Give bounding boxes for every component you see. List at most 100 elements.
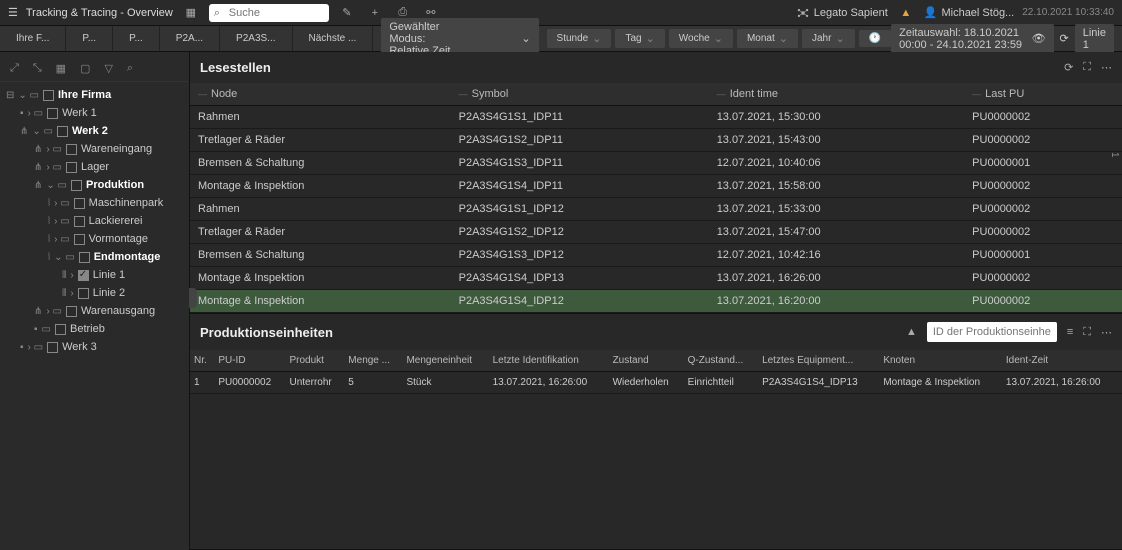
tree-node[interactable]: ⋔› ▭Warenausgang <box>0 302 189 320</box>
timerange-button[interactable]: Zeitauswahl: 18.10.2021 00:00 - 24.10.20… <box>891 24 1053 54</box>
table-row[interactable]: 1PU0000002Unterrohr5Stück13.07.2021, 16:… <box>190 372 1122 394</box>
table-header[interactable]: —Ident time <box>709 83 964 106</box>
tree-checkbox[interactable] <box>66 306 77 317</box>
table-row[interactable]: Montage & InspektionP2A3S4G1S4_IDP1213.0… <box>190 290 1122 313</box>
filter-icon[interactable]: ▽ <box>104 62 112 75</box>
tree-node[interactable]: ⋔› ▭Wareneingang <box>0 140 189 158</box>
tree-checkbox[interactable] <box>78 288 89 299</box>
eye-icon: 👁 <box>1032 32 1046 45</box>
search-input[interactable] <box>209 4 329 22</box>
breadcrumb-item[interactable]: P... <box>113 26 160 51</box>
tree-node[interactable]: ⊟⌄ ▭Ihre Firma <box>0 86 189 104</box>
table-header[interactable]: Mengeneinheit <box>402 350 488 372</box>
tree-node[interactable]: ⦚⌄ ▭Endmontage <box>0 248 189 266</box>
table-row[interactable]: Bremsen & SchaltungP2A3S4G1S3_IDP1112.07… <box>190 152 1122 175</box>
tree-checkbox[interactable] <box>47 342 58 353</box>
fullscreen2-icon[interactable]: ⛶ <box>1083 326 1091 339</box>
table-row[interactable]: Montage & InspektionP2A3S4G1S4_IDP1313.0… <box>190 267 1122 290</box>
menu-icon[interactable]: ☰ <box>8 6 18 19</box>
tree-checkbox[interactable] <box>57 126 68 137</box>
table-header[interactable]: Zustand <box>609 350 684 372</box>
time-button[interactable]: Tag ⌄ <box>615 29 664 48</box>
user-menu[interactable]: 👤 Michael Stög... <box>924 6 1014 19</box>
breadcrumb-item[interactable]: P2A... <box>160 26 220 51</box>
table-header[interactable]: Knoten <box>879 350 1002 372</box>
collapse-icon[interactable]: ⤡ <box>33 62 42 75</box>
time-button[interactable]: Monat ⌄ <box>737 29 798 48</box>
nav-tree: ⊟⌄ ▭Ihre Firma▪› ▭Werk 1⋔⌄ ▭Werk 2⋔› ▭Wa… <box>0 82 189 360</box>
tree-checkbox[interactable] <box>74 198 85 209</box>
line-button[interactable]: Linie 1 <box>1075 24 1114 54</box>
tree-node[interactable]: ⦚› ▭Vormontage <box>0 230 189 248</box>
search2-icon[interactable]: ⌕ <box>127 62 133 75</box>
tree-node[interactable]: ⋔› ▭Lager <box>0 158 189 176</box>
table-header[interactable]: Letzte Identifikation <box>489 350 609 372</box>
table-row[interactable]: Bremsen & SchaltungP2A3S4G1S3_IDP1212.07… <box>190 244 1122 267</box>
edit-icon[interactable]: ✎ <box>337 6 357 19</box>
more-icon[interactable]: ⋯ <box>1101 61 1112 74</box>
tree-node[interactable]: ⋔⌄ ▭Produktion <box>0 176 189 194</box>
breadcrumb-item[interactable]: P... <box>66 26 113 51</box>
table-row[interactable]: Montage & InspektionP2A3S4G1S4_IDP1113.0… <box>190 175 1122 198</box>
table-header[interactable]: Menge ... <box>344 350 402 372</box>
table-header[interactable]: Produkt <box>286 350 345 372</box>
breadcrumb-item[interactable]: P2A3S... <box>220 26 292 51</box>
tree-node[interactable]: ⦀›Linie 2 <box>0 284 189 302</box>
table-header[interactable]: —Node <box>190 83 451 106</box>
tree-node[interactable]: ⦚› ▭Maschinenpark <box>0 194 189 212</box>
tree-checkbox[interactable] <box>43 90 54 101</box>
breadcrumb-item[interactable]: Nächste ... <box>293 26 374 51</box>
tree-checkbox[interactable] <box>55 324 66 335</box>
tree-checkbox[interactable] <box>78 270 89 281</box>
tree-checkbox[interactable] <box>66 162 77 173</box>
square-icon[interactable]: ▢ <box>80 62 90 75</box>
tree-checkbox[interactable] <box>74 234 85 245</box>
table-row[interactable]: RahmenP2A3S4G1S1_IDP1213.07.2021, 15:33:… <box>190 198 1122 221</box>
table-row[interactable]: RahmenP2A3S4G1S1_IDP1113.07.2021, 15:30:… <box>190 106 1122 129</box>
divider-handle[interactable] <box>189 288 197 308</box>
more2-icon[interactable]: ⋯ <box>1101 326 1112 339</box>
time-button[interactable]: Woche ⌄ <box>669 29 733 48</box>
grid-icon[interactable]: ▦ <box>56 62 66 75</box>
tree-node[interactable]: ▪› ▭Werk 1 <box>0 104 189 122</box>
breadcrumb-item[interactable]: Ihre F... <box>0 26 66 51</box>
tree-node[interactable]: ⦀›Linie 1 <box>0 266 189 284</box>
expand-icon[interactable]: ⤢ <box>10 62 19 75</box>
clock-button[interactable]: 🕐 <box>859 30 891 47</box>
table-header[interactable]: Letztes Equipment... <box>758 350 879 372</box>
reload-icon[interactable]: ⟳ <box>1064 61 1073 74</box>
table-header[interactable]: Nr. <box>190 350 214 372</box>
pu-search-input[interactable] <box>927 322 1057 342</box>
tree-label: Wareneingang <box>81 143 152 155</box>
tree-node[interactable]: ▪› ▭Werk 3 <box>0 338 189 356</box>
table-header[interactable]: PU-ID <box>214 350 285 372</box>
misc-icon-1[interactable]: ▦ <box>181 6 201 19</box>
tree-checkbox[interactable] <box>79 252 90 263</box>
tree-checkbox[interactable] <box>66 144 77 155</box>
table-header[interactable]: Ident-Zeit <box>1002 350 1122 372</box>
tree-checkbox[interactable] <box>47 108 58 119</box>
warning-icon[interactable]: ▲ <box>896 7 916 19</box>
add-icon[interactable]: + <box>365 7 385 19</box>
time-button[interactable]: Jahr ⌄ <box>802 29 855 48</box>
time-button[interactable]: Stunde ⌄ <box>547 29 612 48</box>
warning2-icon[interactable]: ▲ <box>906 326 917 338</box>
table-header[interactable]: —Symbol <box>451 83 709 106</box>
tree-label: Lackiererei <box>89 215 143 227</box>
table-row[interactable]: Tretlager & RäderP2A3S4G1S2_IDP1113.07.2… <box>190 129 1122 152</box>
tree-node[interactable]: ⋔⌄ ▭Werk 2 <box>0 122 189 140</box>
sidebar-tools: ⤢ ⤡ ▦ ▢ ▽ ⌕ <box>0 56 189 82</box>
user-name: Michael Stög... <box>941 7 1014 19</box>
filter2-icon[interactable]: ≡ <box>1067 326 1073 338</box>
table-row[interactable]: Tretlager & RäderP2A3S4G1S2_IDP1213.07.2… <box>190 221 1122 244</box>
tree-checkbox[interactable] <box>71 180 82 191</box>
datetime: 22.10.2021 10:33:40 <box>1022 7 1114 18</box>
refresh-icon[interactable]: ⟳ <box>1060 32 1069 45</box>
table-header[interactable]: —Last PU <box>964 83 1122 106</box>
tree-checkbox[interactable] <box>74 216 85 227</box>
fullscreen-icon[interactable]: ⛶ <box>1083 61 1091 74</box>
tree-node[interactable]: ⦚› ▭Lackiererei <box>0 212 189 230</box>
tree-node[interactable]: ▪▭Betrieb <box>0 320 189 338</box>
topbar: ☰ Tracking & Tracing - Overview ▦ ⌕ ✎ + … <box>0 0 1122 26</box>
table-header[interactable]: Q-Zustand... <box>684 350 758 372</box>
